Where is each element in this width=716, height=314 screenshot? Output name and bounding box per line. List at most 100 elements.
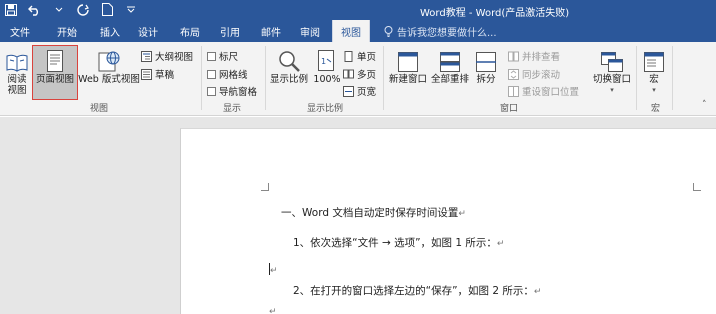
paragraph-mark-icon: ↵ (269, 307, 277, 314)
group-divider (265, 46, 266, 110)
doc-paragraph-empty[interactable]: ↵ (269, 263, 278, 276)
draft-label: 草稿 (155, 70, 175, 81)
draft-icon (141, 68, 152, 80)
macros-group-label: 宏 (651, 104, 661, 114)
multiple-pages-button[interactable]: 多页 (343, 67, 376, 81)
print-layout-button[interactable]: 页面视图 (33, 48, 77, 85)
tab-references[interactable]: 引用 (220, 24, 240, 39)
title-bar: Word教程 - Word(产品激活失败) (0, 0, 716, 20)
sync-scroll-button[interactable]: 同步滚动 (508, 67, 560, 81)
group-divider (201, 46, 202, 110)
tell-me-placeholder: 告诉我您想要做什么... (397, 28, 497, 39)
doc-paragraph-heading[interactable]: 一、Word 文档自动定时保存时间设置↵ (281, 205, 466, 220)
web-layout-label: Web 版式视图 (78, 74, 140, 85)
arrange-all-button[interactable]: 全部重排 (429, 48, 471, 85)
reset-window-position-button[interactable]: 重设窗口位置 (508, 84, 579, 98)
paragraph-mark-icon: ↵ (496, 239, 505, 249)
ruler-checkbox[interactable]: 标尺 (207, 49, 238, 63)
nav-pane-checkbox-box (207, 86, 216, 96)
ribbon-tabs: 文件 开始 插入 设计 布局 引用 邮件 审阅 视图 告诉我您想要做什么... (0, 20, 716, 42)
tab-view[interactable]: 视图 (332, 20, 370, 42)
collapse-ribbon-icon[interactable]: ˄ (702, 100, 707, 110)
quick-access-toolbar (4, 2, 138, 17)
switch-windows-button[interactable]: 切换窗口 ▾ (591, 48, 633, 96)
tab-home[interactable]: 开始 (57, 24, 77, 39)
doc-paragraph[interactable]: 2、在打开的窗口选择左边的“保存”，如图 2 所示：↵ (293, 283, 541, 298)
group-divider (672, 46, 673, 110)
one-page-icon (344, 50, 353, 62)
tab-layout[interactable]: 布局 (180, 24, 200, 39)
sync-scroll-label: 同步滚动 (522, 70, 561, 81)
ribbon: 阅读 视图 页面视图 Web 版式视图 大纲视图 草稿 视图 标尺 网格线 导航… (0, 42, 716, 116)
gridlines-checkbox[interactable]: 网格线 (207, 67, 248, 81)
paragraph-mark-icon: ↵ (270, 266, 278, 276)
outline-label: 大纲视图 (155, 52, 194, 63)
outline-icon (141, 50, 152, 62)
save-icon[interactable] (4, 2, 18, 17)
zoom-group-label: 显示比例 (307, 104, 344, 114)
side-by-side-label: 并排查看 (522, 52, 561, 63)
page-icon (47, 48, 63, 72)
nav-pane-checkbox[interactable]: 导航窗格 (207, 84, 257, 98)
zoom-100-icon: 1 (318, 48, 336, 72)
new-window-label: 新建窗口 (388, 74, 427, 85)
macros-label: 宏 (649, 74, 659, 85)
new-window-icon (398, 48, 418, 72)
zoom-button[interactable]: 显示比例 (269, 48, 309, 85)
reset-position-icon (508, 85, 519, 97)
zoom-100-button[interactable]: 1 100% (312, 48, 342, 85)
tell-me-search[interactable]: 告诉我您想要做什么... (384, 24, 497, 39)
read-mode-button[interactable]: 阅读 视图 (3, 48, 31, 96)
gridlines-checkbox-box (207, 69, 216, 79)
tab-file[interactable]: 文件 (10, 24, 30, 39)
show-group-label: 显示 (223, 104, 242, 114)
doc-paragraph-empty[interactable]: ↵ (269, 305, 277, 314)
switch-windows-icon (601, 48, 623, 72)
web-layout-button[interactable]: Web 版式视图 (78, 48, 140, 85)
macros-button[interactable]: 宏 ▾ (640, 48, 668, 96)
arrange-all-label: 全部重排 (430, 74, 469, 85)
doc-paragraph[interactable]: 1、依次选择“文件 → 选项”，如图 1 所示：↵ (293, 235, 504, 250)
new-document-icon[interactable] (100, 2, 114, 17)
page-width-button[interactable]: 页宽 (343, 84, 376, 98)
read-mode-label: 阅读 视图 (7, 74, 27, 96)
macros-icon (644, 48, 664, 72)
page-width-icon (343, 85, 354, 97)
split-button[interactable]: 拆分 (473, 48, 499, 85)
zoom-100-label: 100% (313, 74, 341, 85)
tab-mailings[interactable]: 邮件 (261, 24, 281, 39)
new-window-button[interactable]: 新建窗口 (387, 48, 429, 85)
doc-paragraph-text: 1、依次选择“文件 → 选项”，如图 1 所示： (293, 237, 497, 249)
reset-position-label: 重设窗口位置 (522, 87, 580, 98)
margin-corner-top-right (693, 183, 701, 191)
paragraph-mark-icon: ↵ (533, 287, 542, 297)
page-width-label: 页宽 (357, 87, 377, 98)
ruler-label: 标尺 (219, 52, 239, 63)
tab-insert[interactable]: 插入 (100, 24, 120, 39)
document-page[interactable]: 一、Word 文档自动定时保存时间设置↵ 1、依次选择“文件 → 选项”，如图 … (180, 128, 716, 314)
multiple-pages-label: 多页 (357, 70, 377, 81)
svg-text:1: 1 (321, 57, 326, 66)
side-by-side-icon (508, 51, 519, 61)
tab-design[interactable]: 设计 (138, 24, 158, 39)
one-page-button[interactable]: 单页 (343, 49, 376, 63)
group-divider (636, 46, 637, 110)
draft-button[interactable]: 草稿 (141, 67, 174, 81)
book-icon (6, 48, 28, 72)
doc-paragraph-text: 2、在打开的窗口选择左边的“保存”，如图 2 所示： (293, 285, 534, 297)
doc-paragraph-text: 一、Word 文档自动定时保存时间设置 (281, 207, 459, 219)
tab-review[interactable]: 审阅 (300, 24, 320, 39)
view-side-by-side-button[interactable]: 并排查看 (508, 49, 560, 63)
customize-qat-icon[interactable] (124, 2, 138, 17)
nav-pane-label: 导航窗格 (219, 87, 258, 98)
gridlines-label: 网格线 (219, 70, 248, 81)
window-group-label: 窗口 (500, 104, 519, 114)
arrange-all-icon (440, 48, 460, 72)
outline-button[interactable]: 大纲视图 (141, 49, 193, 63)
undo-icon[interactable] (28, 2, 42, 17)
redo-icon[interactable] (76, 2, 90, 17)
ruler-checkbox-box (207, 51, 216, 61)
switch-windows-label: 切换窗口 (592, 74, 631, 85)
undo-dropdown-icon[interactable] (52, 2, 66, 17)
chevron-down-icon: ▾ (652, 86, 656, 94)
